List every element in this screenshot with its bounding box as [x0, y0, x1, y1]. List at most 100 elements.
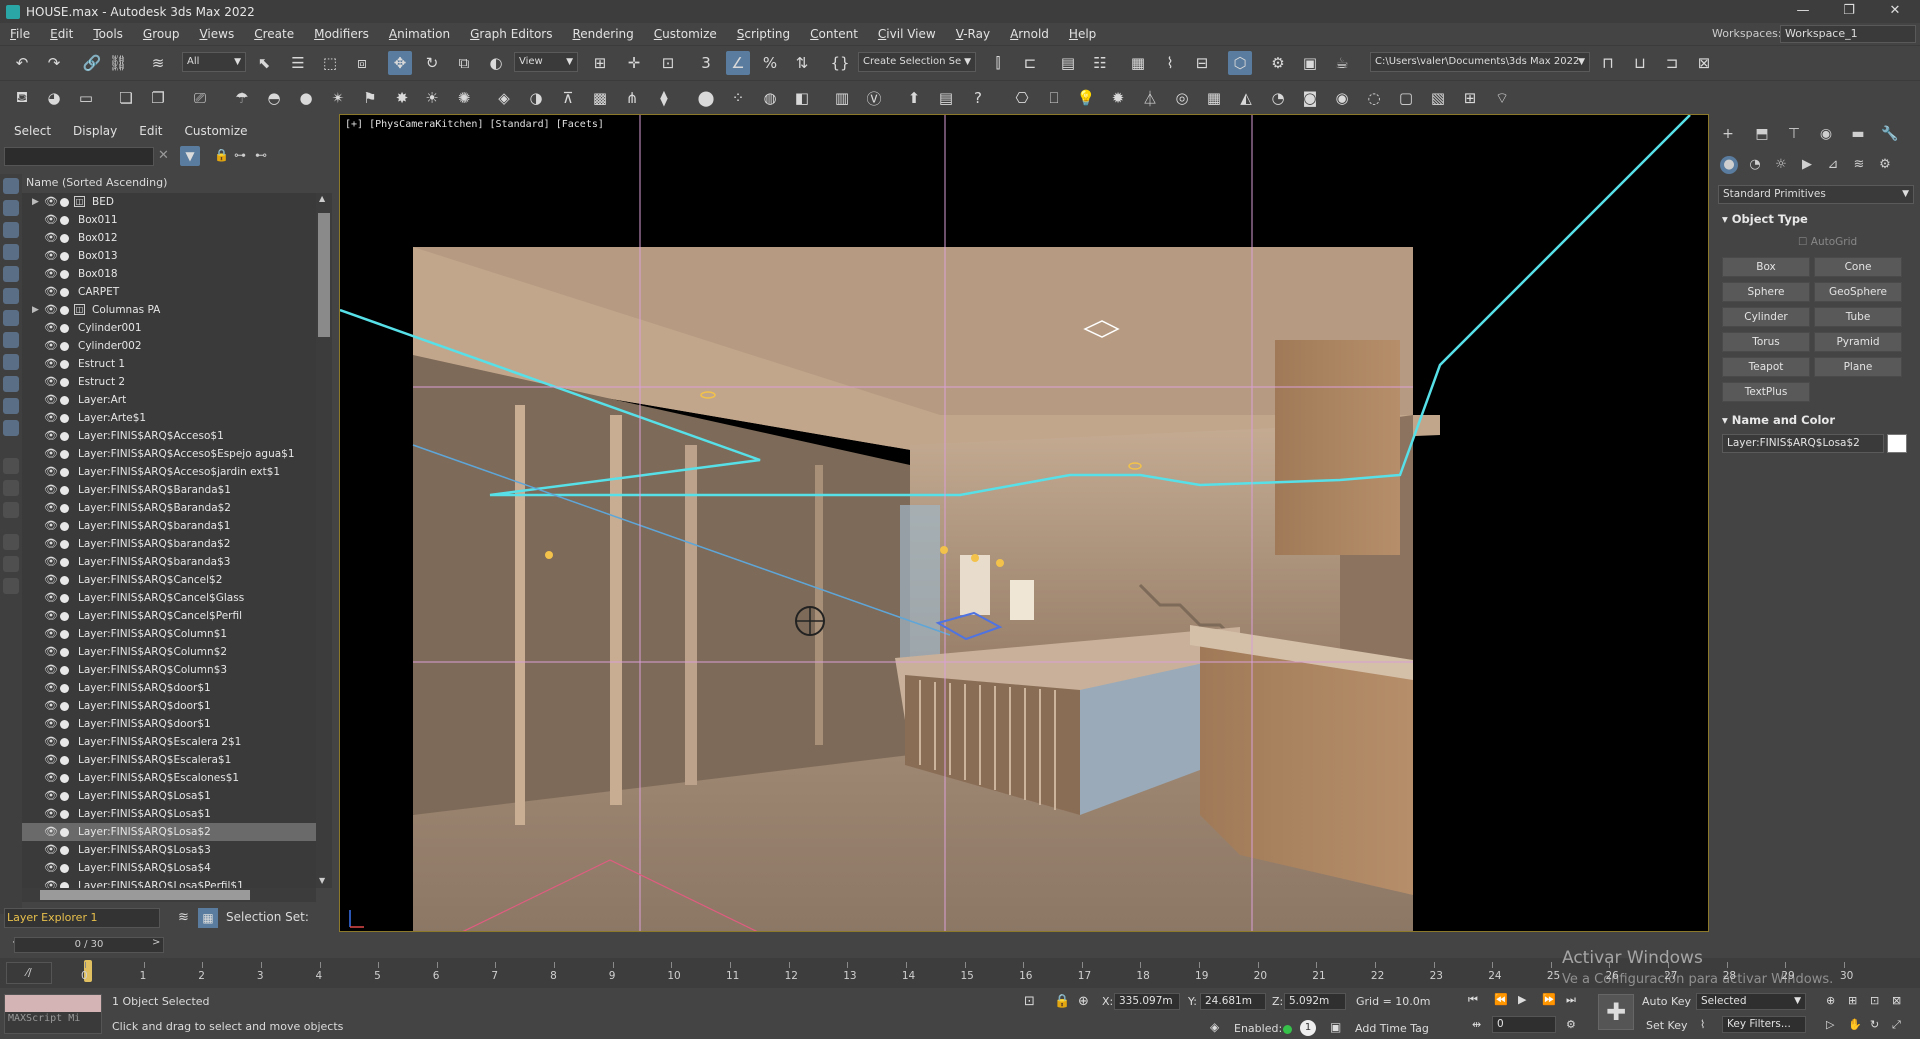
layer-explorer-icon[interactable]: ☷	[1088, 51, 1112, 75]
project-path-select[interactable]: C:\Users\valer\Documents\3ds Max 2022 ▼	[1370, 52, 1590, 72]
eye-icon[interactable]: 👁	[44, 715, 58, 733]
helpers-category-icon[interactable]: ⊿	[1824, 156, 1842, 174]
angle-snap-icon[interactable]: ∠	[726, 51, 750, 75]
vray-toon-icon[interactable]: ▥	[830, 86, 854, 110]
scene-search-input[interactable]	[4, 147, 154, 166]
fov-icon[interactable]: ▷	[1826, 1018, 1834, 1031]
menu-group[interactable]: Group	[133, 27, 190, 41]
play-icon[interactable]: ▶	[1518, 993, 1526, 1006]
menu-customize[interactable]: Customize	[644, 27, 727, 41]
list-item[interactable]: 👁 Layer:FINIS$ARQ$Cancel$Perfil	[22, 607, 316, 625]
list-item[interactable]: 👁 Layer:FINIS$ARQ$baranda$3	[22, 553, 316, 571]
hierarchy-tab-icon[interactable]: ⊤	[1784, 124, 1804, 144]
camera-viewport[interactable]	[339, 114, 1709, 932]
render-dot-icon[interactable]	[60, 720, 69, 729]
select-manipulate-icon[interactable]: ✛	[622, 51, 646, 75]
named-selection-select[interactable]: Create Selection Se ▼	[858, 52, 976, 72]
next-key-icon[interactable]: ⏩	[1542, 993, 1556, 1006]
next-frame-icon[interactable]: >	[152, 937, 160, 948]
teapot-button[interactable]: Teapot	[1722, 357, 1810, 377]
eye-icon[interactable]: 👁	[44, 517, 58, 535]
pyramid-button[interactable]: Pyramid	[1814, 332, 1902, 352]
render-dot-icon[interactable]	[60, 828, 69, 837]
render-dot-icon[interactable]	[60, 378, 69, 387]
keyboard-shortcut-icon[interactable]: ⊡	[656, 51, 680, 75]
lock-icon[interactable]: 🔒	[214, 148, 229, 162]
eye-icon[interactable]: 👁	[44, 463, 58, 481]
list-hscrollbar-thumb[interactable]	[40, 890, 250, 900]
menu-animation[interactable]: Animation	[379, 27, 460, 41]
y-coord-input[interactable]: 24.681m	[1200, 993, 1266, 1010]
list-item[interactable]: 👁 Layer:FINIS$ARQ$Baranda$1	[22, 481, 316, 499]
name-color-rollout[interactable]: ▾ Name and Color	[1722, 413, 1835, 427]
minimize-button[interactable]: —	[1780, 0, 1826, 23]
goto-end-icon[interactable]: ⏭	[1566, 993, 1576, 1007]
cameras-filter-icon[interactable]	[3, 244, 19, 260]
add-time-tag-button[interactable]: Add Time Tag	[1355, 1022, 1429, 1035]
list-item[interactable]: 👁 Layer:FINIS$ARQ$Losa$2	[22, 823, 316, 841]
menu-scripting[interactable]: Scripting	[727, 27, 800, 41]
list-item[interactable]: 👁 Layer:FINIS$ARQ$Escalones$1	[22, 769, 316, 787]
zoom-icon[interactable]: ⊕	[1826, 994, 1835, 1007]
tab-display[interactable]: Display	[59, 124, 125, 138]
render-dot-icon[interactable]	[60, 630, 69, 639]
eye-icon[interactable]: 👁	[44, 211, 58, 229]
list-item[interactable]: 👁 Layer:FINIS$ARQ$door$1	[22, 715, 316, 733]
list-item[interactable]: 👁 Layer:FINIS$ARQ$Losa$4	[22, 859, 316, 877]
vray-dome-icon[interactable]: ◓	[262, 86, 286, 110]
menu-help[interactable]: Help	[1059, 27, 1106, 41]
list-item[interactable]: 👁 Layer:Arte$1	[22, 409, 316, 427]
project-folder-icon[interactable]: ⊓	[1596, 51, 1620, 75]
vray-logo-icon[interactable]: Ⓥ	[862, 86, 886, 110]
vray-grass-icon[interactable]: ⋔	[620, 86, 644, 110]
rect-selection-icon[interactable]: ⬚	[318, 51, 342, 75]
geometry-category-icon[interactable]: ●	[1720, 156, 1738, 174]
vray-sphere-light-icon[interactable]: ●	[294, 86, 318, 110]
torus-button[interactable]: Torus	[1722, 332, 1810, 352]
find-icon[interactable]	[3, 534, 19, 550]
list-item[interactable]: 👁 Box013	[22, 247, 316, 265]
render-dot-icon[interactable]	[60, 540, 69, 549]
vray-sky-icon[interactable]: ✺	[452, 86, 476, 110]
list-item[interactable]: ▶ 👁 ◫ BED	[22, 193, 316, 211]
set-key-big-icon[interactable]: ✚	[1598, 994, 1634, 1030]
eye-icon[interactable]: 👁	[44, 247, 58, 265]
systems-category-icon[interactable]: ⚙	[1876, 156, 1894, 174]
teapot-icon[interactable]: ⛾	[10, 86, 34, 110]
eye-icon[interactable]: 👁	[44, 679, 58, 697]
expand-arrow-icon[interactable]: ▶	[32, 193, 39, 211]
arnold-sky-icon[interactable]: ✹	[1106, 86, 1130, 110]
project-open-icon[interactable]: ⊐	[1660, 51, 1684, 75]
eye-icon[interactable]: 👁	[44, 751, 58, 769]
bind-space-warp-icon[interactable]: ≋	[146, 51, 170, 75]
menu-arnold[interactable]: Arnold	[1000, 27, 1059, 41]
display-none-icon[interactable]	[3, 480, 19, 496]
prev-key-icon[interactable]: ⏪	[1494, 993, 1508, 1006]
eye-icon[interactable]: 👁	[44, 283, 58, 301]
time-tag-icon[interactable]: ▣	[1330, 1020, 1341, 1034]
arnold-scene-icon[interactable]: ▧	[1426, 86, 1450, 110]
menu-modifiers[interactable]: Modifiers	[304, 27, 379, 41]
eye-icon[interactable]: 👁	[44, 229, 58, 247]
list-scrollbar-thumb[interactable]	[318, 213, 330, 337]
arnold-tree-icon[interactable]: ⬆	[902, 86, 926, 110]
curve-editor-icon[interactable]: ⌇	[1158, 51, 1182, 75]
select-and-move-icon[interactable]: ✥	[388, 51, 412, 75]
vray-lister-icon[interactable]: ❏	[114, 86, 138, 110]
menu-vray[interactable]: V-Ray	[946, 27, 1000, 41]
tab-select[interactable]: Select	[0, 124, 59, 138]
eye-icon[interactable]: 👁	[44, 301, 58, 319]
list-item[interactable]: 👁 Layer:FINIS$ARQ$Losa$Perfil$1	[22, 877, 316, 888]
eye-icon[interactable]: 👁	[44, 625, 58, 643]
menu-civil-view[interactable]: Civil View	[868, 27, 946, 41]
ribbon-toggle-icon[interactable]: ▦	[1126, 51, 1150, 75]
info-icon[interactable]: 1	[1300, 1020, 1316, 1036]
list-item[interactable]: 👁 Layer:FINIS$ARQ$Acceso$Espejo agua$1	[22, 445, 316, 463]
arnold-procedural-icon[interactable]: ◭	[1234, 86, 1258, 110]
mini-curve-editor-icon[interactable]: ⁄∕	[6, 962, 52, 984]
eye-icon[interactable]: 👁	[44, 373, 58, 391]
arnold-shader-icon[interactable]: ▢	[1394, 86, 1418, 110]
vray-sphere-icon[interactable]: ◑	[524, 86, 548, 110]
select-by-name-icon[interactable]: ☰	[286, 51, 310, 75]
vray-light-icon[interactable]: ☂	[230, 86, 254, 110]
